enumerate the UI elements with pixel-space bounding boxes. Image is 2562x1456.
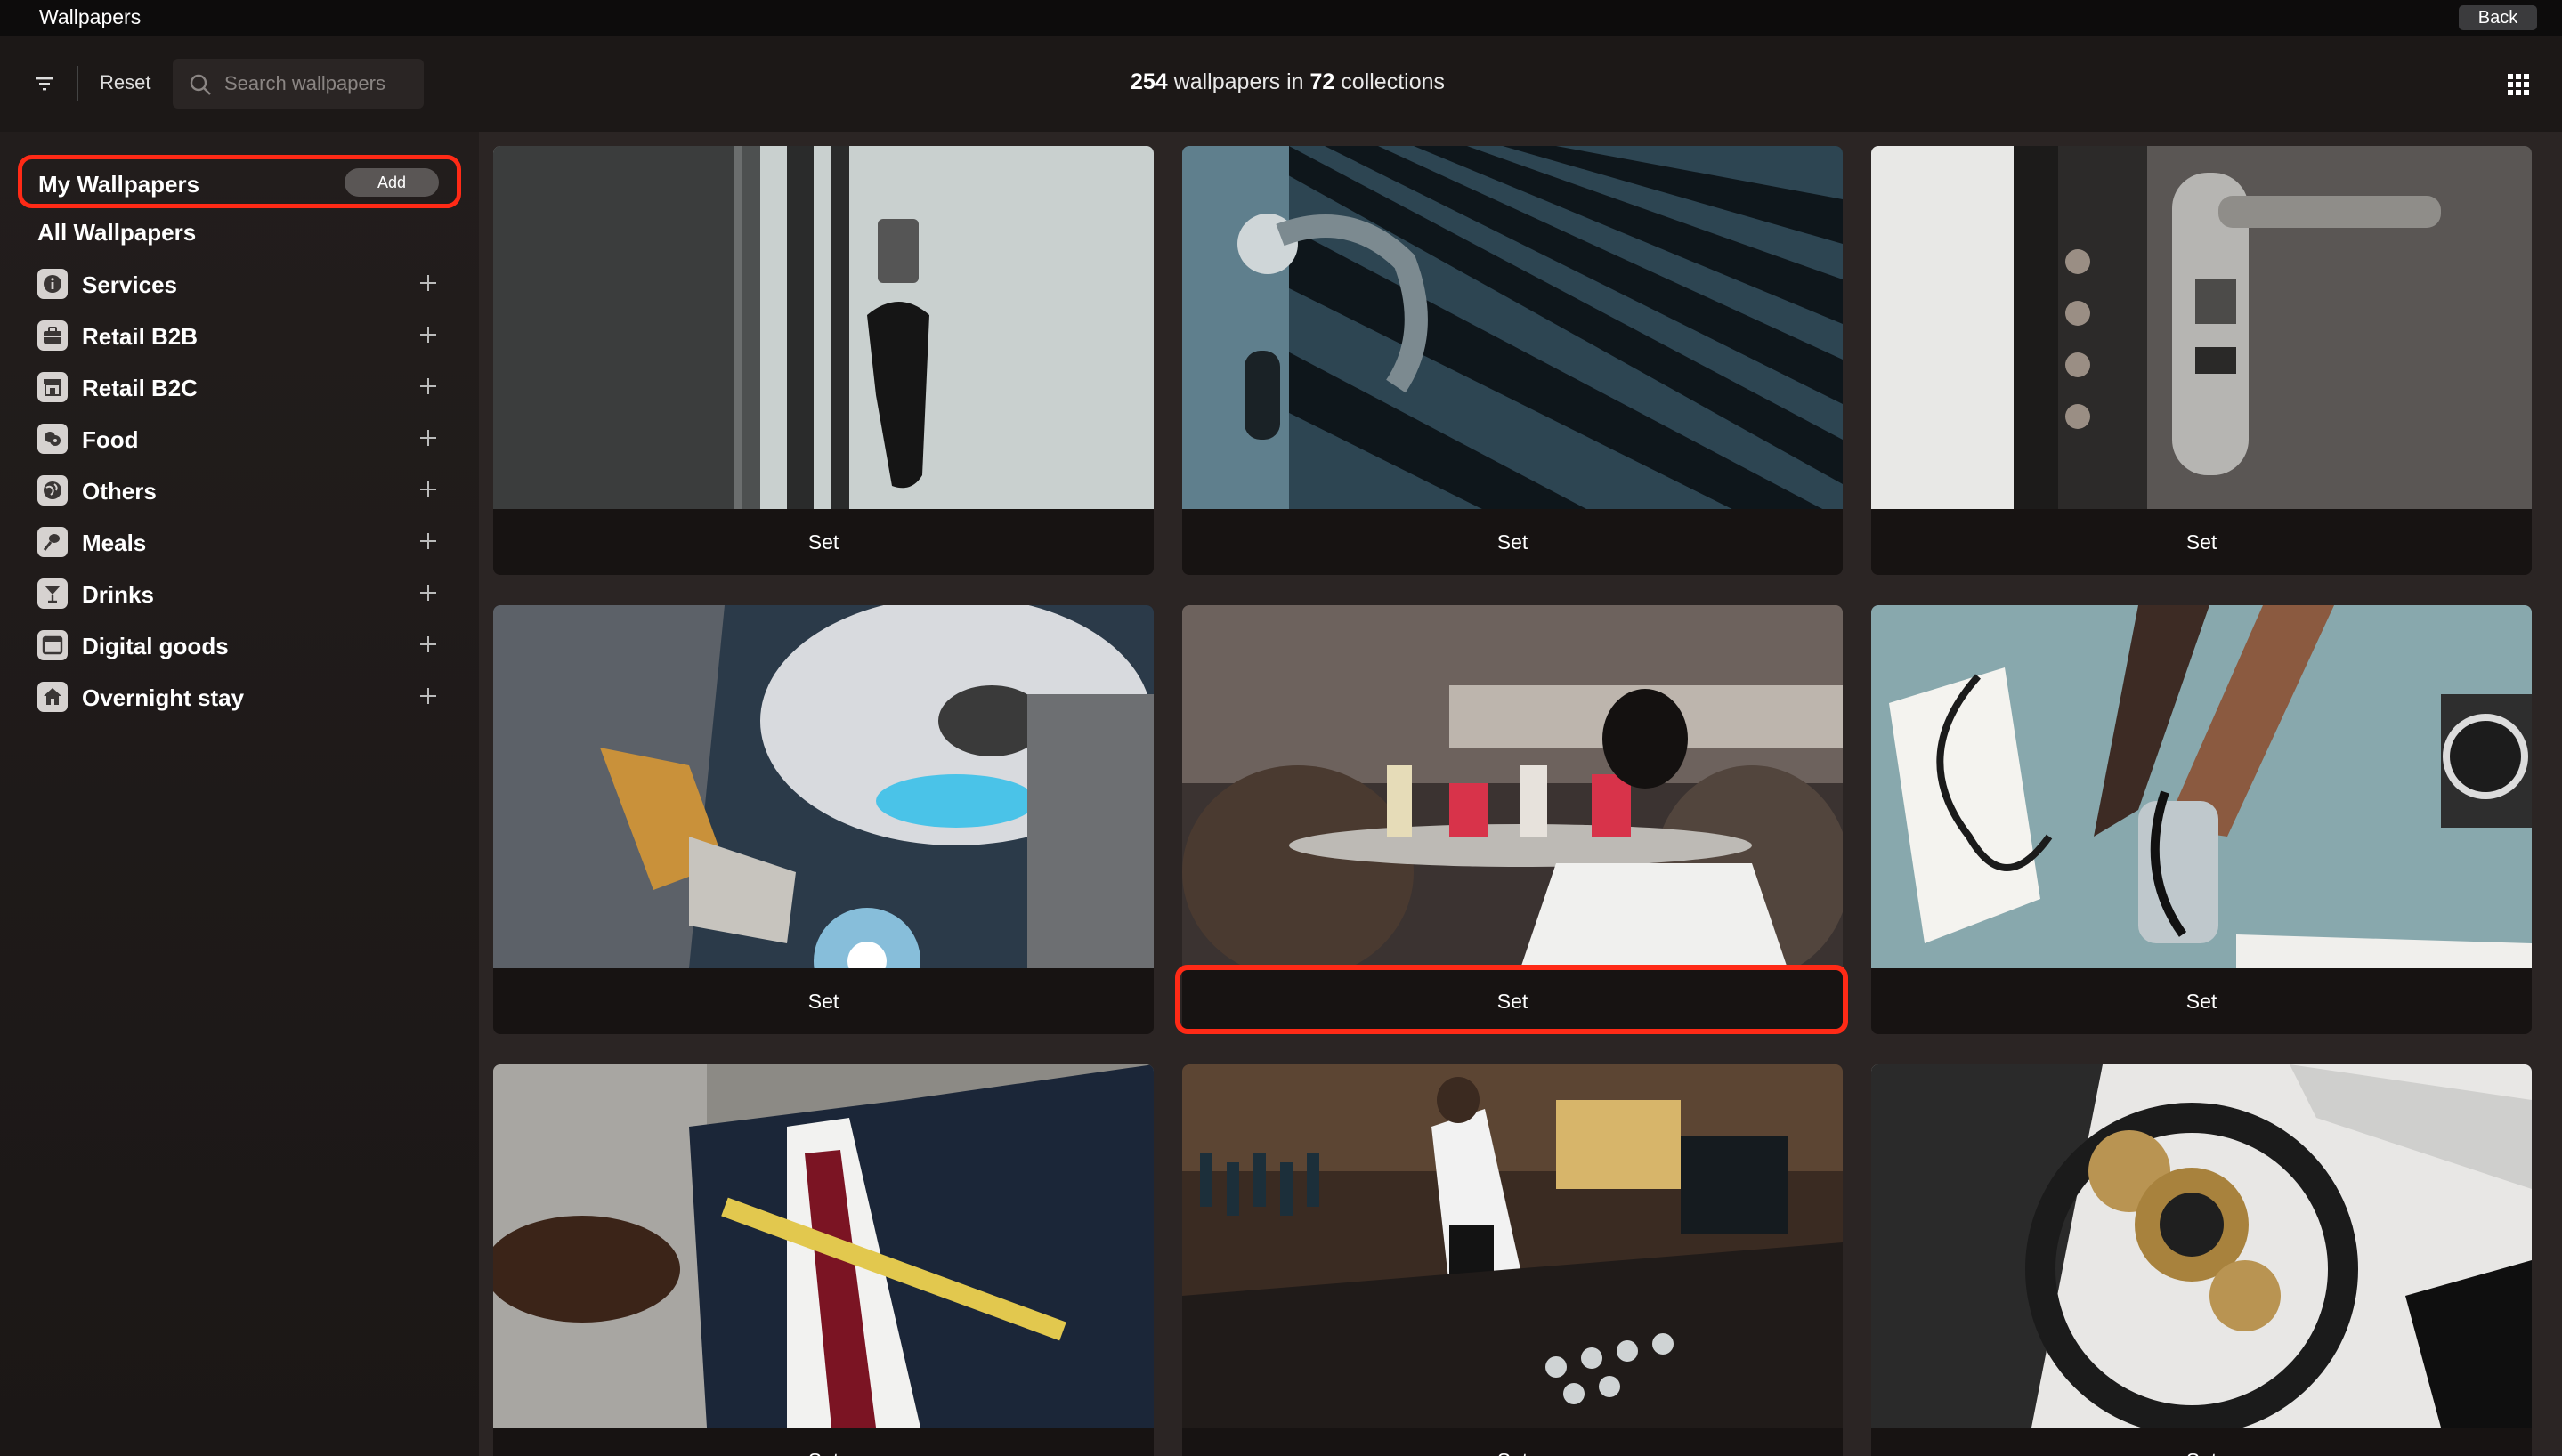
sidebar-item-services[interactable]: Services [37, 265, 438, 301]
wallpaper-card[interactable]: Set [493, 1064, 1154, 1456]
wallpaper-thumbnail[interactable] [493, 146, 1154, 509]
set-button[interactable]: Set [1871, 1428, 2532, 1456]
sidebar-item-label: Digital goods [82, 633, 229, 659]
set-button[interactable]: Set [493, 968, 1154, 1034]
sidebar-item-label: Retail B2C [82, 375, 199, 401]
plus-icon[interactable] [418, 583, 438, 603]
plus-icon[interactable] [418, 273, 438, 293]
search-icon [190, 74, 211, 95]
sidebar-item-label: Overnight stay [82, 684, 245, 711]
bartender-at-bar-image [1182, 1064, 1843, 1428]
wallpaper-count: 254 [1131, 69, 1168, 94]
plus-icon[interactable] [418, 531, 438, 551]
sidebar-item-digital-goods[interactable]: Digital goods [37, 627, 438, 662]
collections-label: collections [1334, 69, 1446, 94]
search-input[interactable] [224, 69, 411, 98]
waiter-with-tray-image [1182, 605, 1843, 968]
sidebar-item-label: Retail B2B [82, 323, 199, 350]
welder-image [493, 605, 1154, 968]
tailor-measuring-suit-image [493, 1064, 1154, 1428]
sidebar-item-label: Drinks [82, 581, 154, 608]
wallpaper-grid: Set Set Set Set Set Set [479, 132, 2562, 1456]
set-button[interactable]: Set [493, 509, 1154, 575]
add-button[interactable]: Add [345, 168, 439, 197]
sidebar-item-label: Food [82, 426, 139, 453]
briefcase-icon [37, 320, 68, 351]
plus-icon[interactable] [418, 480, 438, 499]
set-button-highlight [1175, 965, 1848, 1034]
sidebar-item-others[interactable]: Others [37, 472, 438, 507]
sidebar: My Wallpapers Add All Wallpapers Service… [0, 132, 479, 1456]
grid-view-icon[interactable] [2507, 73, 2530, 96]
wallpaper-thumbnail[interactable] [1871, 1064, 2532, 1428]
wallpaper-card[interactable]: Set [493, 605, 1154, 1034]
my-wallpapers-label: My Wallpapers [38, 171, 200, 198]
sidebar-item-label: Others [82, 478, 157, 505]
wallpaper-card[interactable]: Set [1871, 146, 2532, 575]
door-handle-image [1182, 146, 1843, 509]
cocktail-icon [37, 578, 68, 609]
sidebar-item-label: Services [82, 271, 177, 298]
set-button[interactable]: Set [1871, 968, 2532, 1034]
filter-icon[interactable] [34, 73, 55, 94]
all-wallpapers-item[interactable]: All Wallpapers [37, 219, 196, 247]
wallpapers-in-label: wallpapers in [1167, 69, 1310, 94]
house-icon [37, 682, 68, 712]
sidebar-item-food[interactable]: Food [37, 420, 438, 456]
globe-icon [37, 475, 68, 506]
back-button[interactable]: Back [2459, 5, 2537, 30]
wallpaper-card[interactable]: Set [1871, 1064, 2532, 1456]
window-title: Wallpapers [39, 5, 142, 28]
reset-button[interactable]: Reset [100, 71, 150, 94]
wallpaper-card[interactable]: Set [1182, 146, 1843, 575]
wallpaper-count-summary: 254 wallpapers in 72 collections [1131, 69, 1445, 95]
plus-icon[interactable] [418, 635, 438, 654]
plus-icon[interactable] [418, 376, 438, 396]
search-box[interactable] [173, 59, 424, 109]
wallpaper-thumbnail[interactable] [1871, 146, 2532, 509]
doctor-blood-pressure-image [1871, 605, 2532, 968]
watch-gears-magnifier-image [1871, 1064, 2532, 1428]
wallpaper-card[interactable]: Set [1182, 1064, 1843, 1456]
window-titlebar: Wallpapers Back [0, 0, 2562, 36]
security-door-lock-image [1871, 146, 2532, 509]
keys-on-door-image [493, 146, 1154, 509]
sidebar-item-meals[interactable]: Meals [37, 523, 438, 559]
plus-icon[interactable] [418, 686, 438, 706]
set-button[interactable]: Set [493, 1428, 1154, 1456]
toolbar-divider [77, 66, 78, 101]
wallpaper-thumbnail[interactable] [1871, 605, 2532, 968]
sidebar-item-label: Meals [82, 530, 147, 556]
wallpaper-thumbnail[interactable] [1182, 146, 1843, 509]
info-icon [37, 269, 68, 299]
set-button[interactable]: Set [1182, 509, 1843, 575]
window-icon [37, 630, 68, 660]
utensils-icon [37, 527, 68, 557]
sidebar-item-retail-b2c[interactable]: Retail B2C [37, 368, 438, 404]
set-button[interactable]: Set [1871, 509, 2532, 575]
storefront-icon [37, 372, 68, 402]
wallpaper-thumbnail[interactable] [493, 1064, 1154, 1428]
sidebar-item-drinks[interactable]: Drinks [37, 575, 438, 611]
wallpaper-thumbnail[interactable] [1182, 605, 1843, 968]
sidebar-item-retail-b2b[interactable]: Retail B2B [37, 317, 438, 352]
plus-icon[interactable] [418, 325, 438, 344]
set-button[interactable]: Set [1182, 1428, 1843, 1456]
wallpaper-card[interactable]: Set [493, 146, 1154, 575]
my-wallpapers-item[interactable]: My Wallpapers Add [18, 155, 461, 208]
wallpaper-thumbnail[interactable] [493, 605, 1154, 968]
collection-count: 72 [1309, 69, 1335, 94]
wallpaper-thumbnail[interactable] [1182, 1064, 1843, 1428]
plus-icon[interactable] [418, 428, 438, 448]
sidebar-item-overnight-stay[interactable]: Overnight stay [37, 678, 438, 714]
food-icon [37, 424, 68, 454]
wallpaper-card[interactable]: Set [1871, 605, 2532, 1034]
toolbar: Reset 254 wallpapers in 72 collections [0, 36, 2562, 132]
